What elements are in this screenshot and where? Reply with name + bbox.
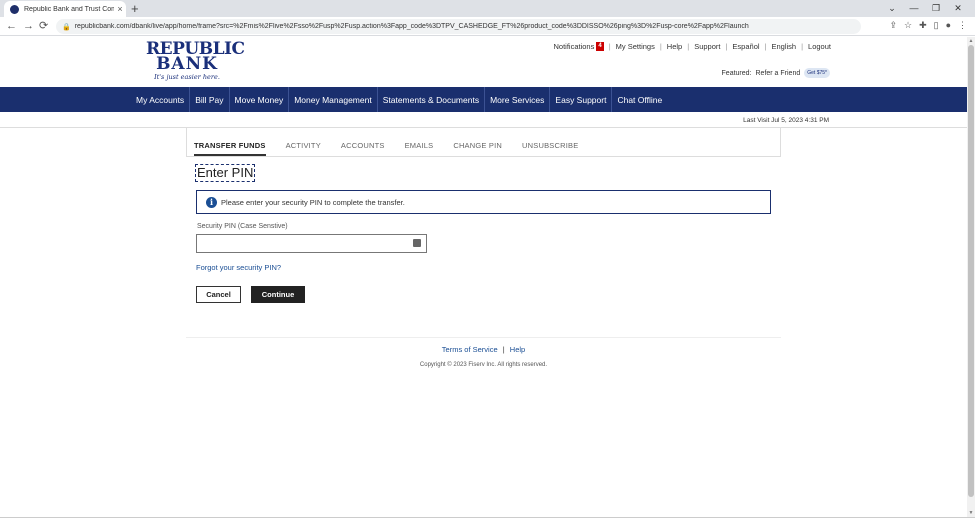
nav-item-easy-support[interactable]: Easy Support	[550, 95, 611, 105]
scroll-thumb[interactable]	[968, 45, 974, 497]
notifications-badge: 4	[596, 42, 604, 51]
browser-toolbar: ← → ⟳ 🔒 republicbank.com/dbank/live/app/…	[0, 17, 975, 36]
divider	[186, 337, 781, 338]
tab-accounts[interactable]: ACCOUNTS	[341, 141, 385, 156]
forgot-pin-link[interactable]: Forgot your security PIN?	[196, 263, 281, 272]
featured-label: Featured:	[721, 69, 752, 77]
info-message-box: i Please enter your security PIN to comp…	[196, 190, 771, 214]
bookmark-star-icon[interactable]: ☆	[904, 20, 912, 31]
nav-item-move-money[interactable]: Move Money	[230, 95, 289, 105]
help-link[interactable]: Help	[667, 42, 682, 51]
tab-change-pin[interactable]: CHANGE PIN	[453, 141, 502, 156]
security-pin-input[interactable]	[197, 237, 402, 254]
transfer-subtabs: TRANSFER FUNDS ACTIVITY ACCOUNTS EMAILS CHAN…	[186, 128, 781, 157]
page-scrollbar[interactable]: ▲ ▼	[967, 37, 975, 517]
last-visit-text: Last Visit Jul 5, 2023 4:31 PM	[743, 117, 829, 124]
pin-input-wrapper	[196, 234, 427, 254]
tab-emails[interactable]: EMAILS	[405, 141, 434, 156]
forward-icon[interactable]: →	[23, 19, 34, 34]
page-title: Enter PIN	[195, 164, 256, 182]
lock-icon[interactable]: 🔒	[62, 23, 71, 31]
separator: |	[725, 42, 728, 51]
nav-item-chat-offline[interactable]: Chat Offline	[612, 95, 667, 105]
continue-button[interactable]: Continue	[251, 286, 305, 303]
info-message: Please enter your security PIN to comple…	[221, 197, 405, 207]
logo-line2: BANK	[156, 54, 218, 74]
tab-activity[interactable]: ACTIVITY	[286, 141, 321, 156]
reload-icon[interactable]: ⟳	[39, 19, 48, 34]
scroll-down-icon[interactable]: ▼	[967, 509, 975, 517]
bank-page: REPUBLIC BANK It's just easier here. Not…	[0, 37, 967, 517]
sidebar-icon[interactable]: ▯	[934, 20, 939, 31]
separator: |	[801, 42, 804, 51]
nav-item-my-accounts[interactable]: My Accounts	[131, 95, 189, 105]
copyright-text: Copyright © 2023 Fiserv Inc. All rights …	[419, 362, 548, 368]
refer-friend-pill[interactable]: Get $75*	[804, 68, 830, 78]
maximize-icon[interactable]: ❐	[925, 1, 947, 16]
nav-item-money-management[interactable]: Money Management	[289, 95, 377, 105]
nav-item-bill-pay[interactable]: Bill Pay	[190, 95, 228, 105]
nav-item-more-services[interactable]: More Services	[485, 95, 549, 105]
main-nav-items: My Accounts Bill Pay Move Money Money Manag…	[131, 87, 667, 112]
separator: |	[764, 42, 767, 51]
extensions-icon[interactable]: ✚	[919, 20, 927, 31]
new-tab-icon[interactable]: +	[131, 1, 139, 16]
my-settings-link[interactable]: My Settings	[616, 42, 655, 51]
browser-actions: ⇪ ☆ ✚ ▯ ● ⋮	[889, 20, 967, 31]
browser-tab-strip: Republic Bank and Trust Compa... × + ⌄ —…	[0, 0, 975, 17]
info-icon: i	[206, 196, 217, 208]
tab-title: Republic Bank and Trust Compa...	[24, 5, 114, 13]
pin-label: Security PIN (Case Senstive)	[197, 223, 288, 230]
bottom-strip	[0, 517, 975, 529]
separator: |	[608, 42, 611, 51]
tab-unsubscribe[interactable]: UNSUBSCRIBE	[522, 141, 578, 156]
tab-close-icon[interactable]: ×	[114, 4, 126, 14]
scroll-up-icon[interactable]: ▲	[967, 37, 975, 45]
share-icon[interactable]: ⇪	[889, 20, 897, 31]
separator: |	[687, 42, 690, 51]
footer-links: Terms of Service | Help	[0, 345, 967, 354]
utility-links: Notifications 4 | My Settings | Help | S…	[554, 42, 831, 51]
separator: |	[502, 345, 505, 354]
featured-promo: Featured: Refer a Friend Get $75*	[722, 68, 830, 78]
support-link[interactable]: Support	[694, 42, 720, 51]
back-icon[interactable]: ←	[6, 19, 17, 34]
address-bar[interactable]: 🔒 republicbank.com/dbank/live/app/home/f…	[56, 19, 861, 34]
keypad-icon[interactable]	[413, 239, 421, 247]
close-window-icon[interactable]: ✕	[947, 1, 969, 16]
browser-tab[interactable]: Republic Bank and Trust Compa... ×	[4, 1, 126, 17]
logout-link[interactable]: Logout	[808, 42, 831, 51]
republic-bank-logo[interactable]: REPUBLIC BANK It's just easier here.	[146, 41, 245, 82]
espanol-link[interactable]: Español	[732, 42, 759, 51]
english-link[interactable]: English	[771, 42, 796, 51]
notifications-link[interactable]: Notifications	[554, 42, 595, 51]
profile-icon[interactable]: ●	[946, 20, 951, 31]
tab-search-chevron-icon[interactable]: ⌄	[881, 1, 903, 16]
separator: |	[659, 42, 662, 51]
minimize-icon[interactable]: —	[903, 1, 925, 16]
site-favicon-icon	[10, 4, 19, 14]
window-controls: ⌄ — ❐ ✕	[881, 1, 969, 16]
footer-help-link[interactable]: Help	[510, 345, 525, 354]
tab-transfer-funds[interactable]: TRANSFER FUNDS	[194, 141, 266, 156]
nav-item-statements-documents[interactable]: Statements & Documents	[378, 95, 484, 105]
refer-friend-link[interactable]: Refer a Friend	[756, 70, 801, 77]
browser-menu-icon[interactable]: ⋮	[958, 20, 967, 31]
main-navbar: My Accounts Bill Pay Move Money Money Manag…	[0, 87, 967, 112]
logo-tagline: It's just easier here.	[154, 73, 220, 81]
cancel-button[interactable]: Cancel	[196, 286, 241, 303]
url-text[interactable]: republicbank.com/dbank/live/app/home/fra…	[75, 23, 749, 30]
terms-of-service-link[interactable]: Terms of Service	[442, 345, 498, 354]
